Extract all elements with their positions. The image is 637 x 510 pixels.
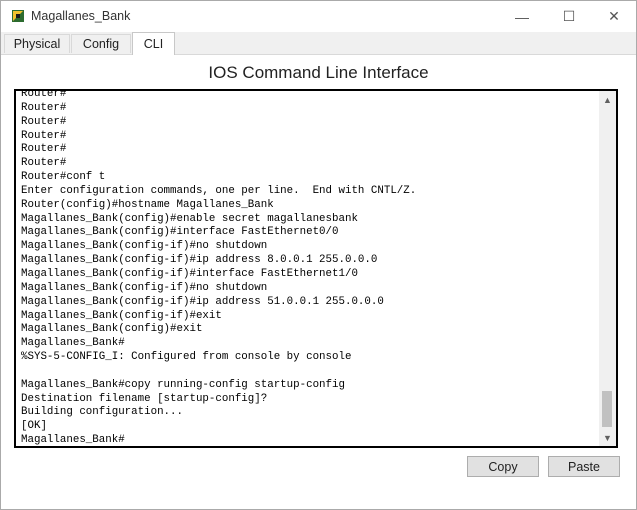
terminal-line: Magallanes_Bank(config-if)#exit [21,309,222,322]
vertical-scrollbar[interactable]: ▲ ▼ [599,91,616,446]
terminal-line: Magallanes_Bank# [21,434,125,447]
terminal-output[interactable]: Router# Router# Router# Router# Router# Route… [21,89,601,447]
title-bar: Magallanes_Bank — ☐ ✕ [1,1,636,32]
minimize-icon[interactable]: — [499,1,545,32]
terminal-line: Router# [21,129,67,142]
terminal-line: Magallanes_Bank#copy running-config star… [21,378,345,391]
terminal-line: Router#conf t [21,171,106,184]
maximize-icon[interactable]: ☐ [546,1,592,32]
terminal-line: Router# [21,89,67,100]
tab-cli[interactable]: CLI [132,32,175,55]
tab-physical[interactable]: Physical [4,34,70,53]
terminal-line: Magallanes_Bank(config)#exit [21,323,203,336]
terminal-line: Magallanes_Bank(config-if)#no shutdown [21,281,268,294]
window-title: Magallanes_Bank [31,9,131,23]
tab-bar: Physical Config CLI [1,32,636,55]
terminal-line: Magallanes_Bank(config-if)#ip address 8.… [21,254,378,267]
paste-button[interactable]: Paste [548,456,620,477]
packet-tracer-icon [11,9,25,23]
close-icon[interactable]: ✕ [591,1,637,32]
terminal-line: Router# [21,101,67,114]
scroll-down-icon[interactable]: ▼ [599,429,616,446]
copy-button[interactable]: Copy [467,456,539,477]
terminal-line: Magallanes_Bank(config-if)#ip address 51… [21,295,384,308]
terminal-line: Enter configuration commands, one per li… [21,184,417,197]
terminal-line: Magallanes_Bank# [21,337,125,350]
app-window: Magallanes_Bank — ☐ ✕ Physical Config CL… [0,0,637,510]
terminal-line: [OK] [21,420,47,433]
scroll-up-icon[interactable]: ▲ [599,91,616,108]
terminal-line: Magallanes_Bank(config-if)#no shutdown [21,240,268,253]
terminal-line: Magallanes_Bank(config)#interface FastEt… [21,226,339,239]
terminal-line: Router# [21,143,67,156]
terminal-line: Router# [21,115,67,128]
terminal-line: Router# [21,157,67,170]
terminal-line: Destination filename [startup-config]? [21,392,268,405]
cli-panel: IOS Command Line Interface Router# Router… [1,55,636,509]
terminal-line: %SYS-5-CONFIG_I: Configured from console… [21,351,352,364]
terminal-line: Building configuration... [21,406,183,419]
terminal-line: Magallanes_Bank(config-if)#interface Fas… [21,267,358,280]
tab-config[interactable]: Config [71,34,131,53]
cli-terminal[interactable]: Router# Router# Router# Router# Router# Route… [14,89,618,448]
panel-heading: IOS Command Line Interface [208,63,429,82]
scroll-thumb[interactable] [602,391,612,427]
terminal-line: Magallanes_Bank(config)#enable secret ma… [21,212,358,225]
terminal-line: Router(config)#hostname Magallanes_Bank [21,198,274,211]
